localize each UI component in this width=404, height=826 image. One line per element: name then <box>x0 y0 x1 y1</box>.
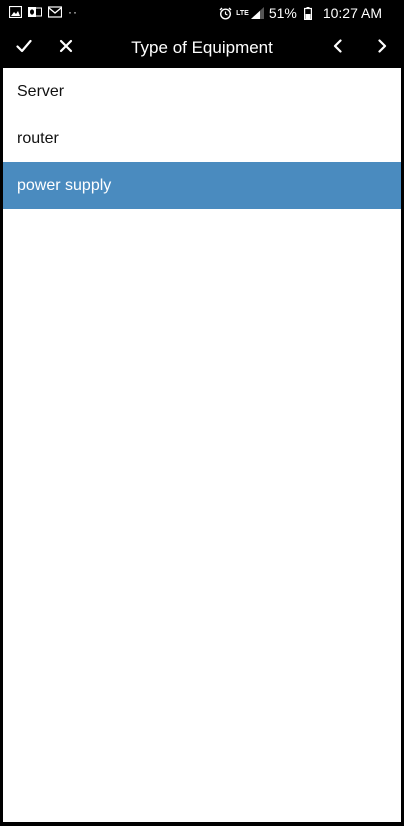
next-button[interactable] <box>364 28 400 68</box>
notification-icons: ·· <box>8 5 78 19</box>
list-item-label: router <box>17 130 59 147</box>
battery-percent: 51% <box>268 5 297 21</box>
battery-icon <box>301 6 315 20</box>
clock: 10:27 AM <box>322 5 382 21</box>
chevron-left-icon <box>333 38 343 58</box>
cancel-button[interactable] <box>48 28 84 68</box>
system-icons: LTE 51% 10:27 AM <box>218 5 382 21</box>
gmail-icon <box>48 5 62 19</box>
previous-button[interactable] <box>320 28 356 68</box>
list-item-router[interactable]: router <box>3 115 401 162</box>
list-item-label: power supply <box>17 177 112 194</box>
app-screen: ·· LTE 51% 10:27 AM Type of Equipment Se… <box>0 0 404 826</box>
signal-icon <box>251 6 265 20</box>
network-type: LTE <box>236 9 249 17</box>
status-bar: ·· LTE 51% 10:27 AM <box>0 0 404 28</box>
equipment-list: Server router power supply <box>3 68 401 822</box>
toolbar: Type of Equipment <box>0 28 404 68</box>
list-item-label: Server <box>17 83 65 100</box>
list-item-server[interactable]: Server <box>3 68 401 115</box>
outlook-icon <box>28 5 42 19</box>
chevron-right-icon <box>377 38 387 58</box>
checkmark-icon <box>16 39 32 58</box>
confirm-button[interactable] <box>6 28 42 68</box>
more-notifications-dots: ·· <box>68 5 78 19</box>
list-item-power-supply[interactable]: power supply <box>3 162 401 209</box>
alarm-icon <box>218 6 232 20</box>
gallery-icon <box>8 5 22 19</box>
close-icon <box>59 39 73 58</box>
